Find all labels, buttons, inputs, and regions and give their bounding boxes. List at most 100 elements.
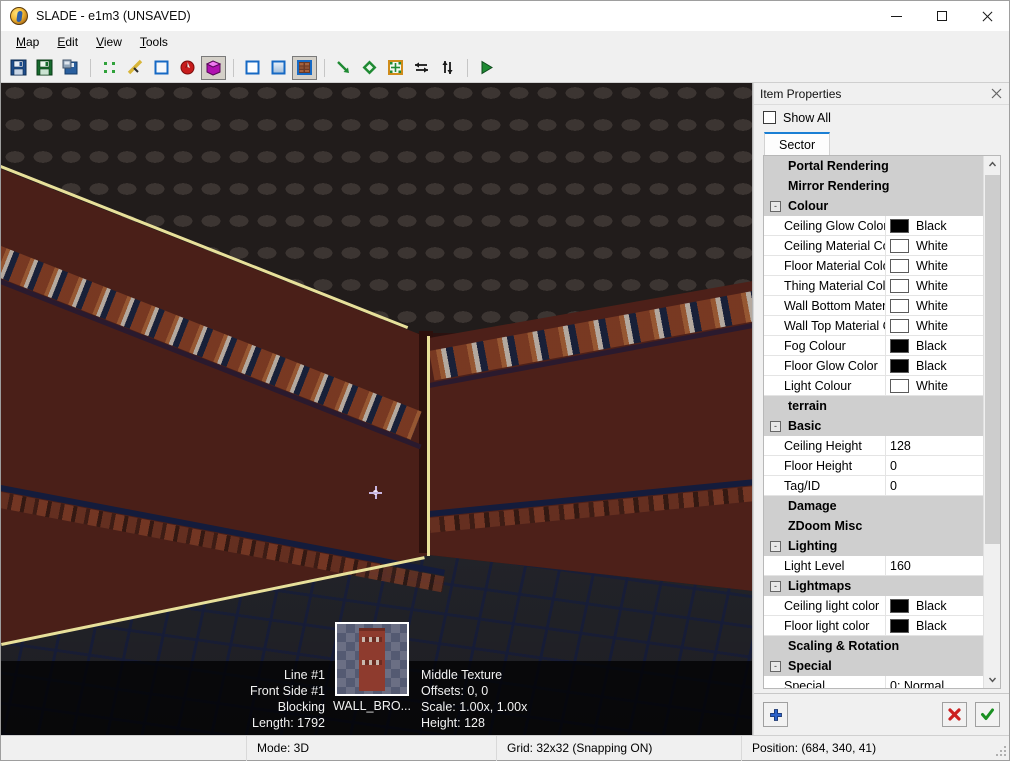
sectors-mode-button[interactable] (149, 56, 174, 80)
save-as-button[interactable] (32, 56, 57, 80)
property-row[interactable]: Light Level 160 (764, 556, 983, 577)
property-value-cell[interactable]: 160 (886, 556, 983, 577)
property-row[interactable]: Light Colour White (764, 376, 983, 397)
property-row[interactable]: Floor light color Black (764, 616, 983, 637)
property-grid-scrollbar[interactable] (983, 156, 1001, 689)
resize-grip-icon[interactable] (995, 746, 1007, 758)
scroll-down-button[interactable] (984, 671, 1001, 688)
property-category-row[interactable]: terrain (764, 396, 983, 417)
lines-mode-button[interactable] (123, 56, 148, 80)
color-swatch[interactable] (890, 318, 909, 333)
scrollbar-track[interactable] (984, 173, 1001, 671)
property-value-cell[interactable]: White (886, 236, 983, 257)
cancel-button[interactable] (942, 702, 967, 728)
color-swatch[interactable] (890, 258, 909, 273)
property-row[interactable]: Tag/ID 0 (764, 476, 983, 497)
scroll-up-button[interactable] (984, 156, 1001, 173)
property-category-row[interactable]: ZDoom Misc (764, 516, 983, 537)
tab-sector[interactable]: Sector (764, 132, 831, 156)
flats-untextured-button[interactable] (266, 56, 291, 80)
menu-tools[interactable]: Tools (131, 33, 177, 51)
maximize-button[interactable] (919, 1, 964, 31)
property-row[interactable]: Special 0: Normal (764, 676, 983, 689)
property-category-row[interactable]: Scaling & Rotation (764, 636, 983, 657)
property-value-cell[interactable]: 0 (886, 456, 983, 477)
property-row[interactable]: Thing Material Colo White (764, 276, 983, 297)
property-row[interactable]: Ceiling Material Col White (764, 236, 983, 257)
category-collapse-icon[interactable]: - (770, 580, 781, 592)
color-swatch[interactable] (890, 598, 909, 613)
property-category-row[interactable]: - Lightmaps (764, 576, 983, 597)
save-button[interactable] (6, 56, 31, 80)
edit-objects-button[interactable] (383, 56, 408, 80)
run-map-button[interactable] (474, 56, 499, 80)
property-row[interactable]: Wall Top Material C White (764, 316, 983, 337)
panel-close-button[interactable] (987, 85, 1005, 103)
property-name: Floor Height (778, 456, 886, 477)
save-backup-button[interactable] (58, 56, 83, 80)
draw-shape-button[interactable] (357, 56, 382, 80)
3d-viewport[interactable]: Line #1 Front Side #1 Blocking Length: 1… (1, 83, 753, 735)
color-swatch[interactable] (890, 278, 909, 293)
draw-lines-button[interactable] (331, 56, 356, 80)
mirror-horizontal-button[interactable] (409, 56, 434, 80)
property-row[interactable]: Floor Glow Color Black (764, 356, 983, 377)
3d-mode-button[interactable] (201, 55, 226, 80)
menu-map[interactable]: Map (7, 33, 48, 51)
close-button[interactable] (964, 1, 1009, 31)
property-value-cell[interactable]: White (886, 296, 983, 317)
property-category-row[interactable]: - Lighting (764, 536, 983, 557)
show-all-row[interactable]: Show All (754, 105, 1009, 131)
color-swatch[interactable] (890, 618, 909, 633)
property-category-row[interactable]: - Colour (764, 196, 983, 217)
property-category-row[interactable]: Mirror Rendering (764, 176, 983, 197)
color-swatch[interactable] (890, 218, 909, 233)
color-swatch[interactable] (890, 238, 909, 253)
category-collapse-icon[interactable]: - (770, 540, 781, 552)
vertices-mode-button[interactable] (97, 56, 122, 80)
things-mode-button[interactable] (175, 56, 200, 80)
property-value-cell[interactable]: 128 (886, 436, 983, 457)
property-value-cell[interactable]: Black (886, 596, 983, 617)
minimize-button[interactable] (874, 1, 919, 31)
apply-button[interactable] (975, 702, 1000, 728)
category-collapse-icon[interactable]: - (770, 200, 781, 212)
show-all-checkbox[interactable] (763, 111, 776, 125)
flats-none-button[interactable] (240, 56, 265, 80)
property-indent (764, 476, 778, 497)
property-value-cell[interactable]: White (886, 316, 983, 337)
property-value-cell[interactable]: White (886, 256, 983, 277)
property-value-cell[interactable]: Black (886, 336, 983, 357)
property-value-cell[interactable]: 0 (886, 476, 983, 497)
menu-view[interactable]: View (87, 33, 131, 51)
property-category-row[interactable]: - Basic (764, 416, 983, 437)
property-value-cell[interactable]: 0: Normal (886, 676, 983, 689)
property-value-cell[interactable]: Black (886, 616, 983, 637)
color-swatch[interactable] (890, 298, 909, 313)
category-collapse-icon[interactable]: - (770, 420, 781, 432)
property-row[interactable]: Ceiling Height 128 (764, 436, 983, 457)
property-value-cell[interactable]: Black (886, 356, 983, 377)
property-row[interactable]: Ceiling light color Black (764, 596, 983, 617)
property-value-cell[interactable]: Black (886, 216, 983, 237)
menu-edit[interactable]: Edit (48, 33, 87, 51)
flats-textured-button[interactable] (292, 55, 317, 80)
property-category-row[interactable]: Damage (764, 496, 983, 517)
category-collapse-icon[interactable]: - (770, 660, 781, 672)
color-swatch[interactable] (890, 358, 909, 373)
property-row[interactable]: Wall Bottom Materi White (764, 296, 983, 317)
color-swatch[interactable] (890, 338, 909, 353)
mirror-vertical-button[interactable] (435, 56, 460, 80)
property-row[interactable]: Ceiling Glow Color Black (764, 216, 983, 237)
property-row[interactable]: Floor Material Color White (764, 256, 983, 277)
property-category-row[interactable]: - Special (764, 656, 983, 677)
property-row[interactable]: Floor Height 0 (764, 456, 983, 477)
property-value-cell[interactable]: White (886, 276, 983, 297)
property-row[interactable]: Fog Colour Black (764, 336, 983, 357)
property-category-row[interactable]: Portal Rendering (764, 156, 983, 177)
green-check-icon (981, 708, 994, 721)
scrollbar-thumb[interactable] (984, 175, 1000, 544)
property-value-cell[interactable]: White (886, 376, 983, 397)
add-property-button[interactable] (763, 702, 788, 728)
color-swatch[interactable] (890, 378, 909, 393)
